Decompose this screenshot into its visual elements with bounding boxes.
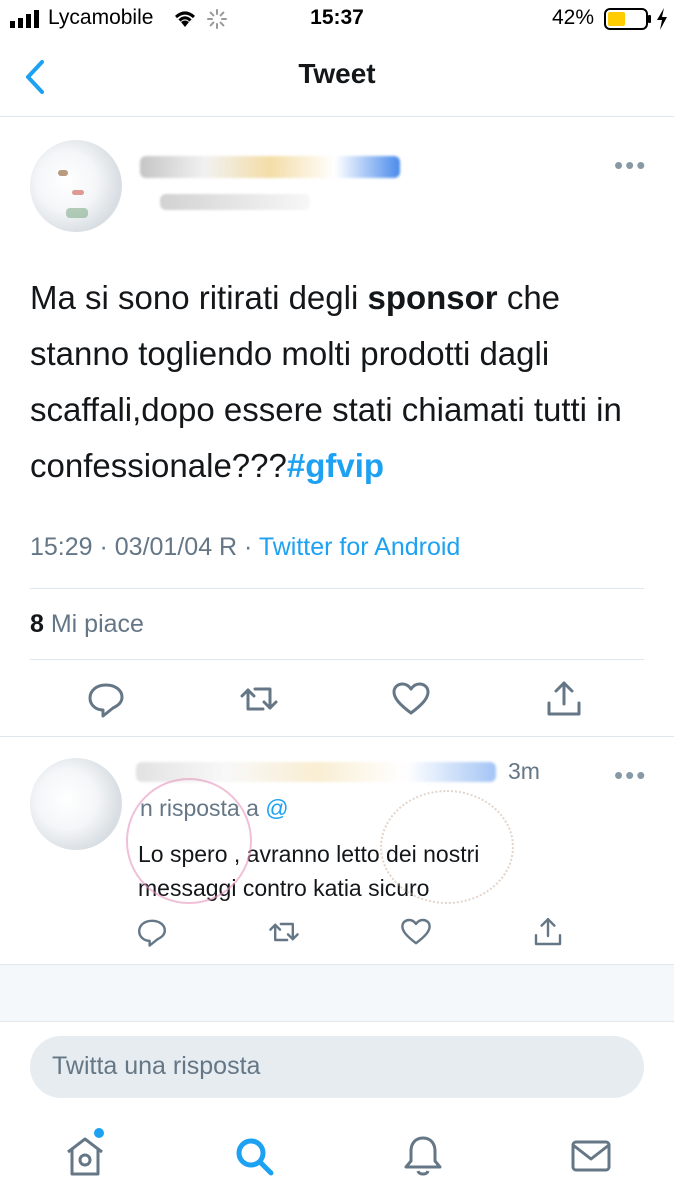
divider	[0, 1021, 674, 1022]
page-title: Tweet	[298, 58, 376, 89]
home-icon[interactable]	[64, 1128, 106, 1178]
likes-count: 8	[30, 610, 44, 638]
home-badge-dot	[94, 1128, 104, 1138]
reply-time: 3m	[508, 758, 540, 784]
divider	[30, 588, 644, 589]
search-icon[interactable]	[233, 1134, 275, 1178]
more-options-icon[interactable]: •••	[614, 150, 647, 181]
reply-icon[interactable]	[86, 679, 126, 719]
tweet-meta: 15:29 · 03/01/04 R · Twitter for Android	[30, 533, 460, 562]
reply-more-options-icon[interactable]: •••	[614, 760, 647, 791]
messages-icon[interactable]	[570, 1134, 612, 1178]
author-name[interactable]	[140, 156, 400, 178]
like-icon[interactable]	[391, 679, 431, 719]
reply-retweet-icon[interactable]	[268, 916, 300, 948]
reply-compose-placeholder: Twitta una risposta	[52, 1052, 261, 1080]
tweet-text-bold: sponsor	[367, 279, 498, 316]
watermark-frame	[380, 790, 514, 904]
watermark-stamp	[126, 778, 252, 904]
notifications-icon[interactable]	[402, 1134, 444, 1178]
status-bar: Lycamobile 15:37 42%	[0, 0, 674, 38]
battery-icon	[604, 8, 651, 30]
charging-bolt-icon	[657, 8, 667, 30]
battery-percent: 42%	[552, 6, 595, 29]
reply-reply-icon[interactable]	[136, 916, 168, 948]
reply-share-icon[interactable]	[532, 916, 564, 948]
divider	[30, 659, 644, 660]
separator-band	[0, 965, 674, 1021]
retweet-icon[interactable]	[239, 679, 279, 719]
in-reply-to-handle[interactable]: @	[265, 795, 288, 821]
tweet-text: Ma si sono ritirati degli sponsor che st…	[30, 270, 650, 494]
avatar[interactable]	[30, 140, 122, 232]
likes-summary[interactable]: 8 Mi piace	[30, 610, 144, 639]
author-handle[interactable]	[160, 194, 310, 210]
reply-compose-field[interactable]: Twitta una risposta	[30, 1036, 644, 1098]
share-icon[interactable]	[544, 679, 584, 719]
reply-like-icon[interactable]	[400, 916, 432, 948]
divider	[0, 736, 674, 737]
tweet-timestamp: 15:29 · 03/01/04 R ·	[30, 533, 259, 561]
hashtag-link[interactable]: #gfvip	[287, 447, 384, 484]
reply-avatar[interactable]	[30, 758, 122, 850]
tweet-text-part1: Ma si sono ritirati degli	[30, 279, 368, 316]
tweet-source-link[interactable]: Twitter for Android	[259, 533, 460, 561]
nav-bar: Tweet	[0, 38, 674, 117]
tab-bar	[0, 1120, 674, 1200]
likes-label: Mi piace	[50, 610, 144, 638]
